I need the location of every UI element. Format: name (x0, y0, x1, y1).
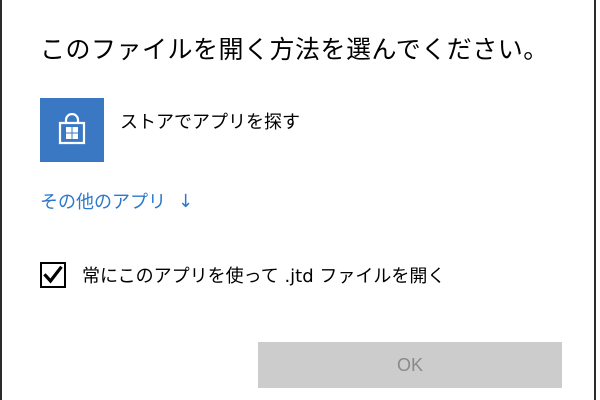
store-bag-icon (58, 113, 86, 145)
more-apps-label[interactable]: その他のアプリ (40, 188, 166, 214)
open-with-dialog: このファイルを開く方法を選んでください。 ストアでアプリを探す その他のアプリ … (0, 0, 596, 400)
ok-button[interactable]: OK (258, 342, 562, 388)
more-apps-link[interactable]: その他のアプリ ↓ (40, 188, 193, 214)
always-use-option[interactable]: 常にこのアプリを使って .jtd ファイルを開く (40, 262, 445, 288)
dialog-title: このファイルを開く方法を選んでください。 (40, 35, 549, 64)
arrow-down-icon: ↓ (178, 190, 194, 212)
always-use-label[interactable]: 常にこのアプリを使って .jtd ファイルを開く (82, 262, 445, 288)
store-option[interactable]: ストアでアプリを探す (40, 98, 300, 162)
always-use-checkbox[interactable] (40, 262, 66, 288)
store-option-label[interactable]: ストアでアプリを探す (120, 108, 300, 134)
checkmark-icon (43, 265, 63, 284)
store-tile[interactable] (40, 98, 104, 162)
